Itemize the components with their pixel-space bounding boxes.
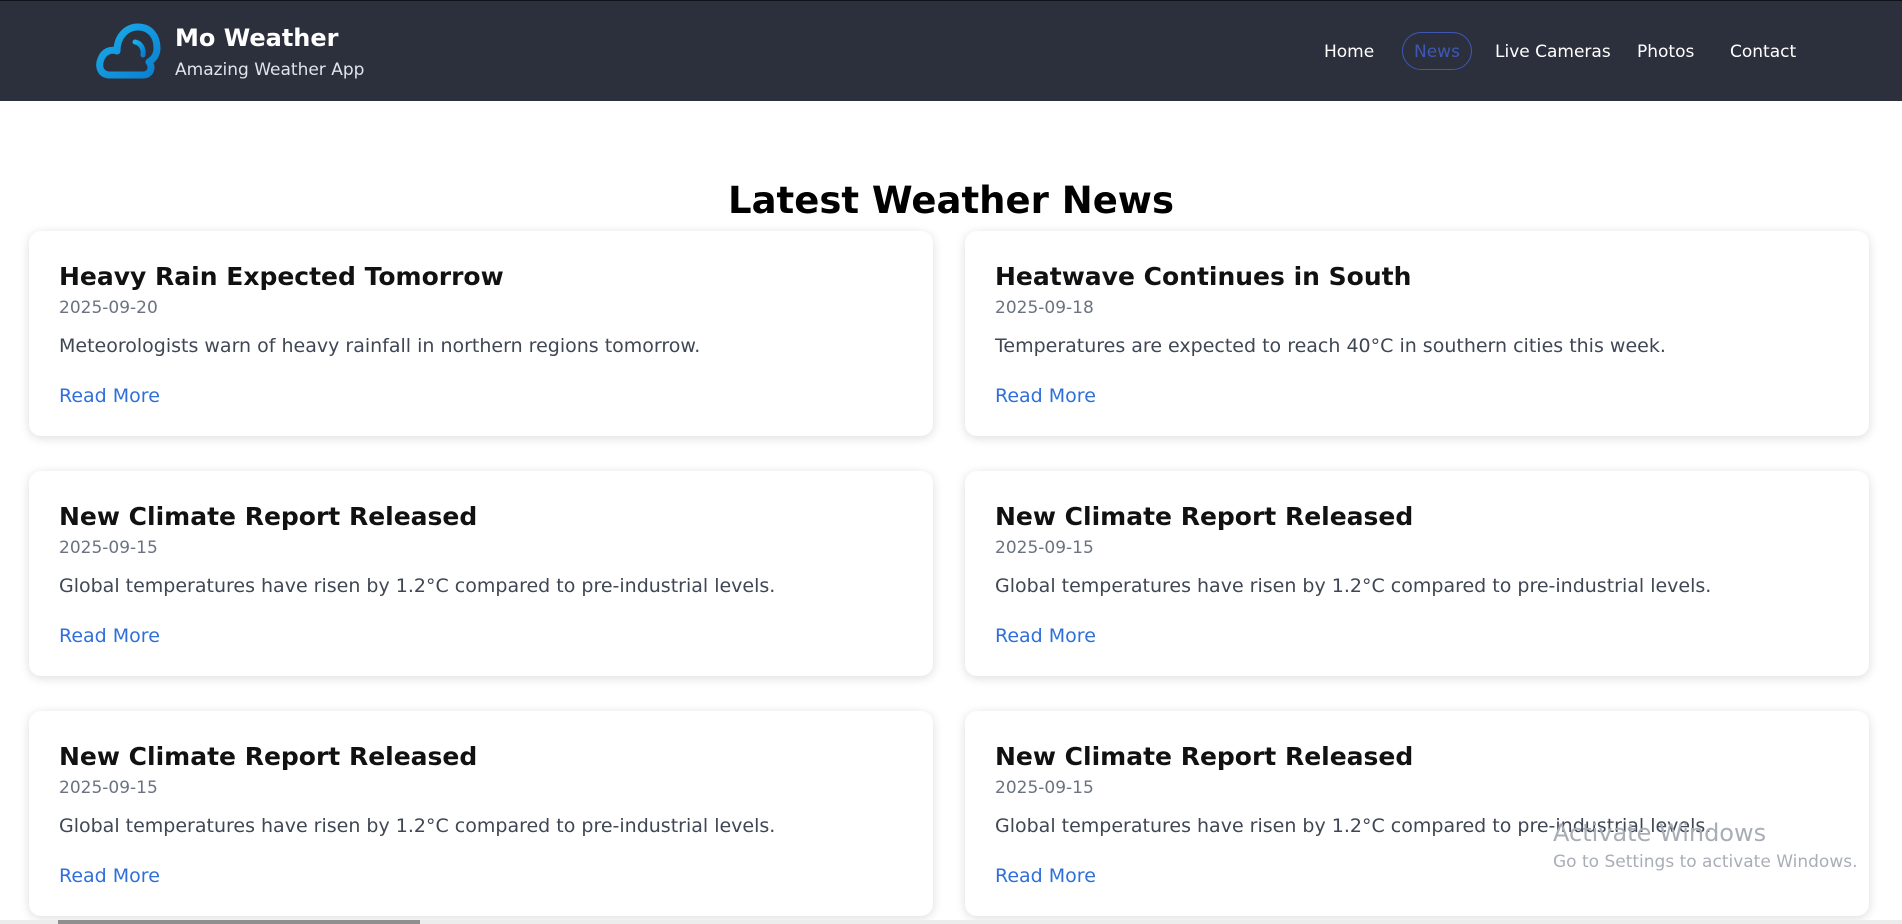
nav-contact[interactable]: Contact [1730,42,1796,62]
article-title: New Climate Report Released [59,742,478,771]
article-date: 2025-09-18 [995,298,1094,318]
article-title: New Climate Report Released [59,502,478,531]
nav-home[interactable]: Home [1324,42,1374,62]
brand-subtitle: Amazing Weather App [175,60,365,80]
horizontal-scroll-thumb[interactable] [58,920,420,924]
article-title: New Climate Report Released [995,742,1414,771]
article-date: 2025-09-15 [59,778,158,798]
read-more-link[interactable]: Read More [59,865,160,887]
activate-windows-title: Activate Windows [1553,819,1767,847]
read-more-link[interactable]: Read More [59,625,160,647]
article-summary: Temperatures are expected to reach 40°C … [995,335,1666,357]
news-card: New Climate Report Released 2025-09-15 G… [29,471,933,676]
article-title: Heavy Rain Expected Tomorrow [59,262,504,291]
read-more-link[interactable]: Read More [995,385,1096,407]
article-title: Heatwave Continues in South [995,262,1412,291]
nav-news[interactable]: News [1402,32,1472,70]
news-card: New Climate Report Released 2025-09-15 G… [965,471,1869,676]
top-navbar: Mo Weather Amazing Weather App Home News… [0,0,1902,101]
article-date: 2025-09-20 [59,298,158,318]
article-date: 2025-09-15 [59,538,158,558]
read-more-link[interactable]: Read More [995,625,1096,647]
news-card: New Climate Report Released 2025-09-15 G… [965,711,1869,916]
news-card: New Climate Report Released 2025-09-15 G… [29,711,933,916]
read-more-link[interactable]: Read More [59,385,160,407]
brand-title[interactable]: Mo Weather [175,24,339,52]
cloud-icon[interactable] [96,20,162,84]
news-card: Heatwave Continues in South 2025-09-18 T… [965,231,1869,436]
read-more-link[interactable]: Read More [995,865,1096,887]
nav-live-cameras[interactable]: Live Cameras [1495,42,1611,62]
article-summary: Meteorologists warn of heavy rainfall in… [59,335,701,357]
article-title: New Climate Report Released [995,502,1414,531]
page-heading: Latest Weather News [728,178,1174,222]
news-card: Heavy Rain Expected Tomorrow 2025-09-20 … [29,231,933,436]
article-summary: Global temperatures have risen by 1.2°C … [995,575,1712,597]
article-summary: Global temperatures have risen by 1.2°C … [59,575,776,597]
article-date: 2025-09-15 [995,538,1094,558]
article-date: 2025-09-15 [995,778,1094,798]
nav-photos[interactable]: Photos [1637,42,1694,62]
activate-windows-subtitle: Go to Settings to activate Windows. [1553,852,1858,872]
article-summary: Global temperatures have risen by 1.2°C … [59,815,776,837]
